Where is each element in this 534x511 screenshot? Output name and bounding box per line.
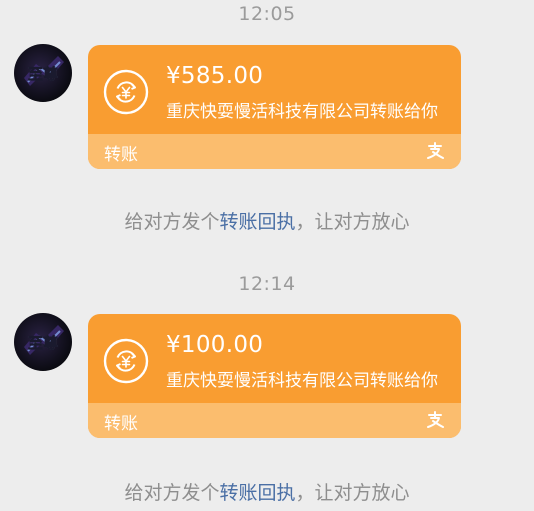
- receipt-suffix: ，让对方放心: [295, 482, 410, 504]
- transfer-card[interactable]: ¥100.00 重庆快耍慢活科技有限公司转账给你 转账: [88, 314, 461, 438]
- transfer-amount: ¥585.00: [166, 63, 264, 89]
- receipt-link[interactable]: 转账回执: [219, 211, 295, 233]
- transfer-return-icon: [103, 69, 149, 115]
- transfer-label: 转账: [104, 145, 138, 165]
- avatar-logo-icon: 至尊: [24, 325, 64, 355]
- card-footer: 转账: [88, 403, 461, 438]
- transfer-description: 重庆快耍慢活科技有限公司转账给你: [166, 102, 438, 122]
- avatar-logo-icon: 至尊: [24, 56, 64, 86]
- transfer-description: 重庆快耍慢活科技有限公司转账给你: [166, 371, 438, 391]
- sender-avatar[interactable]: 至尊: [14, 313, 72, 371]
- transfer-label: 转账: [104, 414, 138, 434]
- card-footer: 转账: [88, 134, 461, 169]
- receipt-prefix: 给对方发个: [124, 482, 220, 504]
- transfer-card[interactable]: ¥585.00 重庆快耍慢活科技有限公司转账给你 转账: [88, 45, 461, 169]
- svg-text:至尊: 至尊: [28, 65, 58, 83]
- alipay-icon: [427, 142, 444, 159]
- receipt-prompt: 给对方发个转账回执，让对方放心: [0, 207, 534, 234]
- alipay-icon: [427, 411, 444, 428]
- sender-avatar[interactable]: 至尊: [14, 44, 72, 102]
- receipt-link[interactable]: 转账回执: [219, 482, 295, 504]
- transfer-return-icon: [103, 338, 149, 384]
- timestamp: 12:14: [238, 273, 296, 295]
- timestamp: 12:05: [238, 3, 296, 25]
- receipt-prompt: 给对方发个转账回执，让对方放心: [0, 478, 534, 505]
- svg-text:至尊: 至尊: [28, 334, 58, 352]
- receipt-suffix: ，让对方放心: [295, 211, 410, 233]
- receipt-prefix: 给对方发个: [124, 211, 220, 233]
- transfer-amount: ¥100.00: [166, 332, 264, 358]
